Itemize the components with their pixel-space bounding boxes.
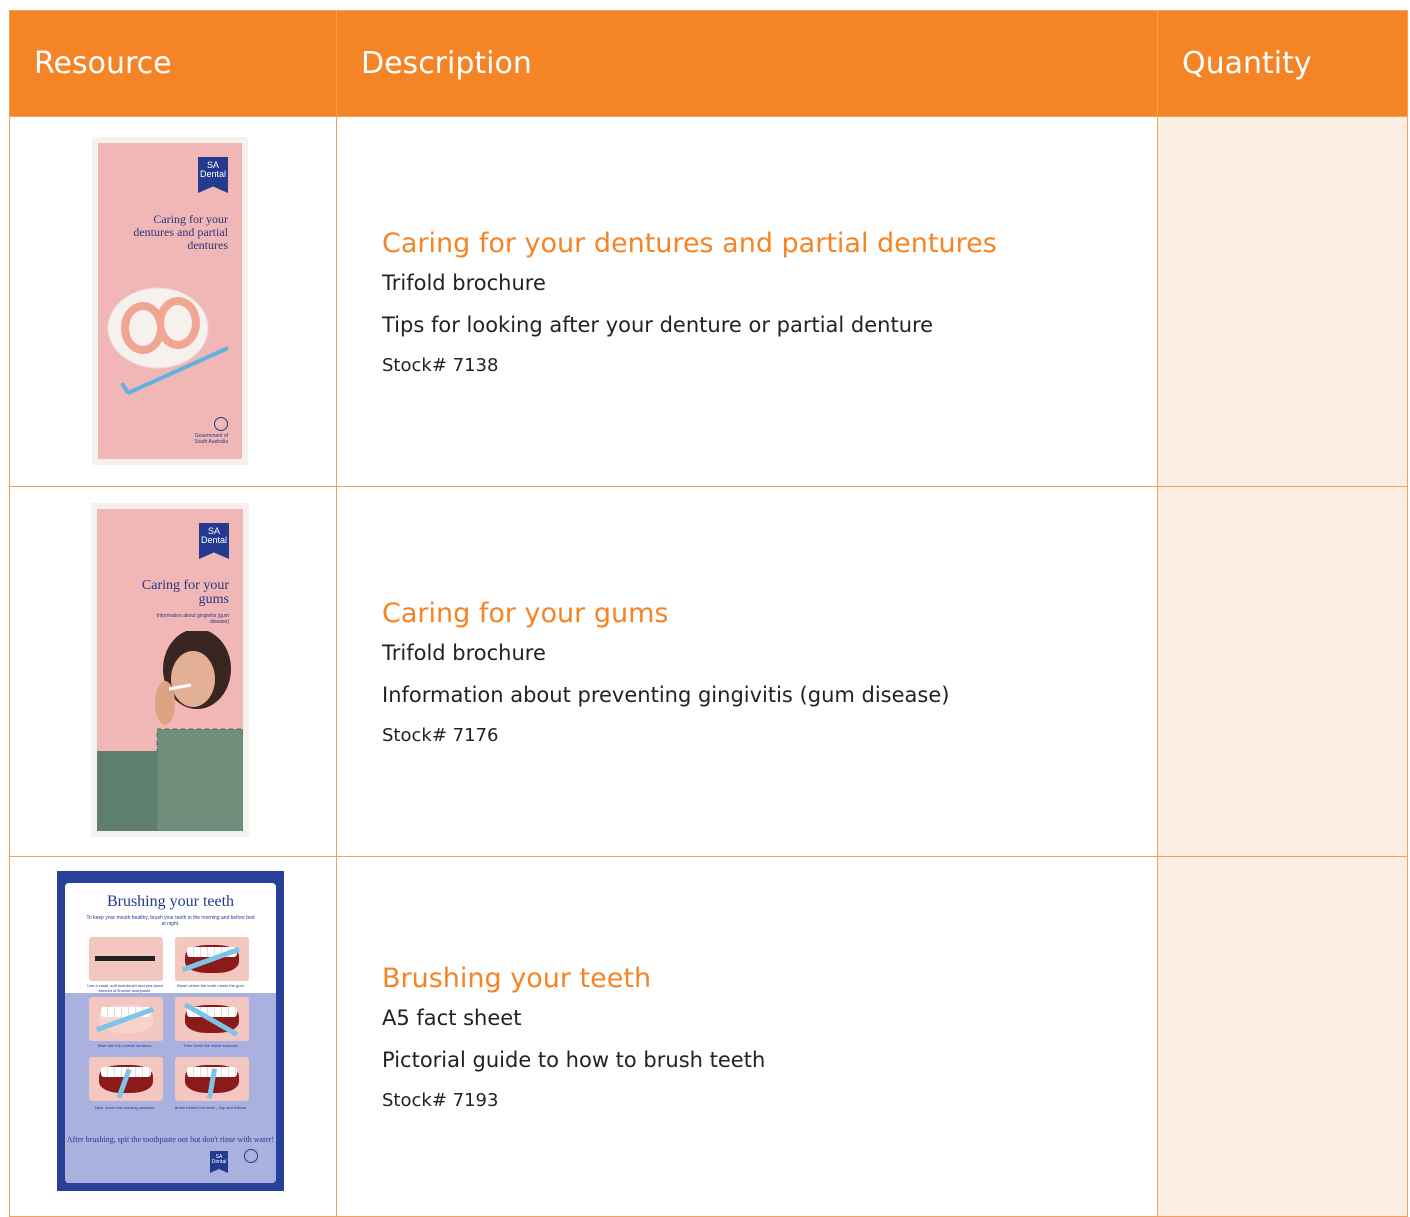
denture-case-icon xyxy=(107,287,229,395)
stock-number: Stock# 7176 xyxy=(382,724,499,746)
stock-number: Stock# 7138 xyxy=(382,354,499,376)
description-cell: Caring for your dentures and partial den… xyxy=(336,116,1158,487)
sheet-cover-subtitle: To keep your mouth healthy, brush your t… xyxy=(86,915,255,927)
teeth-illustration xyxy=(89,997,163,1041)
header-resource: Resource xyxy=(9,10,337,117)
description-cell: Caring for your gums Trifold brochure In… xyxy=(336,486,1158,857)
resource-title: Caring for your gums xyxy=(382,597,669,629)
resource-type: Trifold brochure xyxy=(382,270,546,295)
resource-thumbnail-cell: SA Dental Caring for your gums Informati… xyxy=(9,486,337,857)
table-row: SA Dental Caring for your gums Informati… xyxy=(9,486,1408,857)
sheet-cover-title: Brushing your teeth xyxy=(106,893,235,910)
resource-description: Information about preventing gingivitis … xyxy=(382,682,950,707)
resource-thumbnail-cell: Brushing your teeth To keep your mouth h… xyxy=(9,856,337,1217)
brochure-cover-title: Caring for your dentures and partial den… xyxy=(133,212,228,252)
resource-title: Brushing your teeth xyxy=(382,962,652,994)
header-row: Resource Description Quantity xyxy=(9,10,1408,117)
sheet-footer-text: After brushing, spit the toothpaste out … xyxy=(66,1135,275,1144)
woman-brushing-teeth-photo xyxy=(97,631,243,831)
resource-description: Pictorial guide to how to brush teeth xyxy=(382,1047,766,1072)
table-row: SA Dental Caring for your dentures and p… xyxy=(9,116,1408,487)
teeth-illustration xyxy=(175,997,249,1041)
quantity-field[interactable] xyxy=(1157,856,1408,1217)
crest-icon xyxy=(244,1148,258,1167)
teeth-illustration xyxy=(175,937,249,981)
description-cell: Brushing your teeth A5 fact sheet Pictor… xyxy=(336,856,1158,1217)
sa-dental-logo: SA Dental xyxy=(198,157,228,193)
header-description: Description xyxy=(336,10,1158,117)
brochure-cover-subtitle: Information about gingivitis (gum diseas… xyxy=(156,613,229,625)
brushing-fact-sheet-image: Brushing your teeth To keep your mouth h… xyxy=(57,871,284,1191)
resource-type: A5 fact sheet xyxy=(382,1005,522,1030)
resource-title: Caring for your dentures and partial den… xyxy=(382,227,997,259)
stock-number: Stock# 7193 xyxy=(382,1089,499,1111)
order-table: Resource Description Quantity SA Dental … xyxy=(9,10,1408,1217)
teeth-illustration xyxy=(175,1057,249,1101)
government-logo: Government of South Australia xyxy=(188,417,228,445)
teeth-illustration xyxy=(89,1057,163,1101)
header-quantity: Quantity xyxy=(1157,10,1408,117)
brochure-cover-title: Caring for your gums xyxy=(141,578,229,607)
resource-thumbnail-cell: SA Dental Caring for your dentures and p… xyxy=(9,116,337,487)
quantity-field[interactable] xyxy=(1157,116,1408,487)
gums-brochure-image: SA Dental Caring for your gums Informati… xyxy=(91,503,249,837)
table-row: Brushing your teeth To keep your mouth h… xyxy=(9,856,1408,1217)
dentures-brochure-image: SA Dental Caring for your dentures and p… xyxy=(92,137,248,465)
toothbrush-illustration xyxy=(89,937,163,981)
crest-icon xyxy=(214,417,228,431)
resource-type: Trifold brochure xyxy=(382,640,546,665)
resource-description: Tips for looking after your denture or p… xyxy=(382,312,934,337)
quantity-field[interactable] xyxy=(1157,486,1408,857)
sa-dental-logo: SA Dental xyxy=(199,523,229,559)
